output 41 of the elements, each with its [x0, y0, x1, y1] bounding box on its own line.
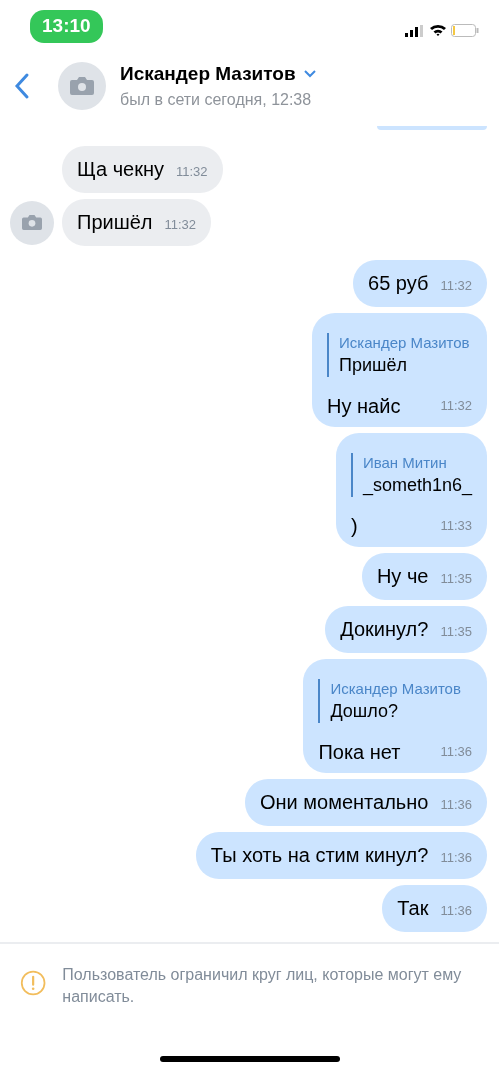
message-time: 11:32: [176, 164, 208, 179]
message-text: Пришёл: [77, 211, 153, 233]
message-time: 11:36: [440, 797, 472, 812]
message-time: 11:36: [440, 850, 472, 865]
message-time: 11:32: [164, 217, 197, 232]
message-time: 11:36: [440, 743, 472, 761]
quoted-text: _someth1n6_: [362, 474, 472, 497]
message-text: Так: [397, 897, 429, 919]
message-text: Ну найс: [327, 394, 401, 419]
message-time: 11:35: [440, 624, 472, 639]
message-text: Ну че: [376, 565, 429, 587]
message-time: 11:36: [440, 903, 472, 918]
message-time: 11:35: [440, 571, 472, 586]
restriction-notice: Пользователь ограничил круг лиц, которые могут ему написать.: [62, 965, 463, 1007]
chevron-down-icon[interactable]: [303, 70, 316, 78]
camera-icon: [70, 77, 94, 95]
quoted-author: Искандер Мазитов: [339, 333, 471, 353]
signal-icon: [405, 24, 425, 37]
battery-icon: [451, 24, 479, 37]
message-text: Они моментально: [260, 791, 429, 813]
message-text: Пока нет: [318, 740, 401, 765]
message-text: Ща чекну: [77, 158, 164, 180]
message-time: 11:32: [440, 397, 472, 415]
message-text: ): [350, 514, 358, 539]
message-text: 65 руб: [368, 272, 429, 294]
quoted-text: Пришёл: [339, 354, 409, 377]
camera-icon: [22, 215, 42, 230]
wifi-icon: [429, 24, 447, 37]
message-text: Ты хоть на стим кинул?: [210, 844, 429, 866]
last-seen-status: был в сети сегодня, 12:38: [120, 90, 313, 111]
avatar[interactable]: [58, 62, 106, 110]
quoted-text: Дошло?: [330, 700, 399, 723]
sender-avatar[interactable]: [10, 200, 54, 245]
status-time: 13:10: [30, 10, 103, 43]
message-time: 11:32: [440, 278, 472, 293]
warning-icon: [20, 968, 47, 998]
message-time: 11:33: [440, 517, 472, 535]
quoted-author: Иван Митин: [362, 453, 448, 473]
contact-name[interactable]: Искандер Мазитов: [120, 59, 296, 89]
quoted-author: Искандер Мазитов: [330, 679, 462, 699]
message-text: Докинул?: [340, 618, 429, 640]
